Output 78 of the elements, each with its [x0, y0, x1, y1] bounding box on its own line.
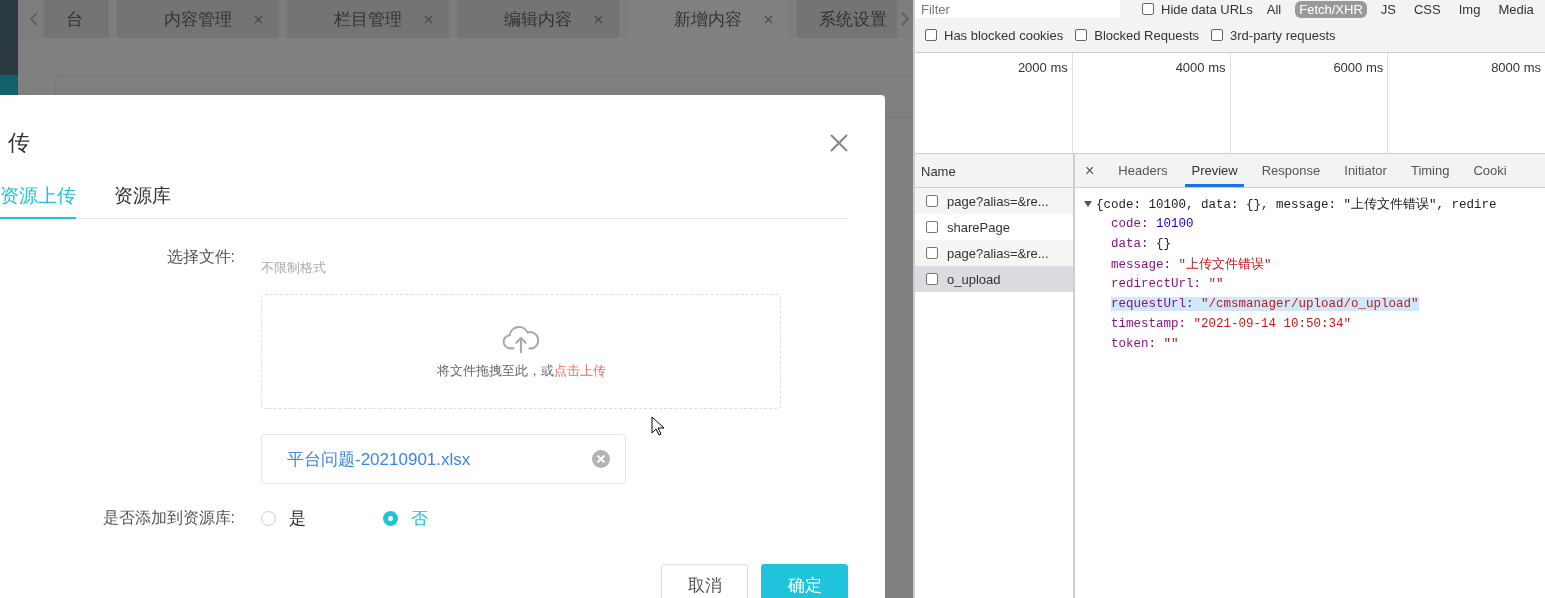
request-icon — [926, 195, 938, 207]
checkbox-label: 3rd-party requests — [1230, 27, 1336, 43]
type-filter[interactable]: All — [1262, 0, 1286, 18]
close-icon[interactable] — [424, 14, 433, 24]
checkbox[interactable] — [1075, 29, 1088, 41]
json-summary: {code: 10100, data: {}, message: "上传文件错误", redire — [1096, 196, 1497, 213]
type-filter[interactable]: CSS — [1410, 0, 1445, 18]
dialog-title: 传 — [8, 129, 30, 157]
type-filter[interactable]: Img — [1454, 0, 1485, 18]
checkbox[interactable] — [1211, 29, 1223, 41]
time-label: 4000 ms — [1175, 60, 1226, 75]
tab-label: 系统设置 — [819, 8, 887, 31]
radio-option[interactable]: 是 — [261, 507, 383, 530]
request-row[interactable]: page?alias=&re... — [915, 240, 1073, 266]
file-dropzone[interactable]: 将文件拖拽至此，或点击上传 — [261, 294, 781, 409]
detail-tab[interactable]: Preview — [1185, 154, 1244, 187]
tab-label: 台 — [66, 8, 83, 31]
cancel-button[interactable]: 取消 — [661, 564, 748, 598]
checkbox-label: Blocked Requests — [1094, 27, 1199, 43]
close-icon[interactable] — [594, 14, 603, 24]
request-name: page?alias=&re... — [947, 193, 1049, 209]
cursor-icon — [651, 416, 665, 436]
filter-field[interactable]: Filter — [915, 0, 1120, 18]
remove-icon[interactable] — [592, 450, 610, 468]
detail-tab[interactable]: Initiator — [1338, 154, 1393, 187]
close-icon[interactable] — [254, 14, 263, 24]
chevron-right-icon[interactable] — [901, 12, 909, 26]
checkbox-option[interactable]: Hide data URLs — [1142, 1, 1253, 17]
request-name: o_upload — [947, 271, 1001, 287]
field-label: 选择文件: — [165, 247, 236, 267]
tab-label: 编辑内容 — [504, 8, 572, 31]
checkbox-option[interactable]: Blocked Requests — [1075, 27, 1199, 43]
field-label: 是否添加到资源库: — [101, 508, 236, 528]
json-property[interactable]: data: {} — [1111, 237, 1172, 251]
chevron-left-icon[interactable] — [30, 12, 38, 26]
checkbox[interactable] — [925, 29, 937, 41]
close-icon[interactable] — [830, 134, 848, 152]
request-icon — [926, 247, 938, 259]
close-icon[interactable]: × — [1085, 161, 1095, 180]
close-icon[interactable] — [764, 14, 773, 24]
checkbox-option[interactable]: 3rd-party requests — [1211, 27, 1336, 43]
format-hint: 不限制格式 — [261, 259, 326, 277]
type-filter[interactable]: JS — [1376, 0, 1400, 18]
json-property[interactable]: timestamp: "2021-09-14 10:50:34" — [1111, 317, 1352, 331]
time-label: 8000 ms — [1491, 60, 1541, 75]
request-row[interactable]: page?alias=&re... — [915, 188, 1073, 214]
json-property[interactable]: code: 10100 — [1111, 217, 1194, 231]
json-property[interactable]: token: "" — [1111, 337, 1179, 351]
detail-tab[interactable]: Response — [1255, 154, 1327, 187]
request-icon — [926, 273, 938, 285]
dropzone-text: 将文件拖拽至此，或点击上传 — [436, 361, 606, 380]
type-filter[interactable]: Media — [1494, 0, 1538, 18]
request-name: sharePage — [947, 219, 1010, 235]
dialog-tab[interactable]: 资源库 — [114, 181, 171, 219]
radio-button[interactable] — [383, 511, 398, 526]
checkbox-label: Hide data URLs — [1161, 1, 1253, 17]
tab-label: 栏目管理 — [334, 8, 402, 31]
file-name[interactable]: 平台问题-20210901.xlsx — [287, 447, 471, 471]
tab-label: 内容管理 — [164, 8, 232, 31]
checkbox[interactable] — [1142, 3, 1154, 15]
json-property[interactable]: redirectUrl: "" — [1111, 277, 1224, 291]
request-row[interactable]: o_upload — [915, 266, 1073, 292]
detail-tab[interactable]: Headers — [1112, 154, 1174, 187]
time-label: 6000 ms — [1333, 60, 1384, 75]
request-row[interactable]: sharePage — [915, 214, 1073, 240]
radio-label: 是 — [289, 508, 306, 530]
json-property[interactable]: message: "上传文件错误" — [1111, 255, 1272, 273]
request-icon — [926, 221, 938, 233]
detail-tab[interactable]: Cooki — [1467, 154, 1513, 187]
time-label: 2000 ms — [1017, 60, 1068, 75]
tab-label: 新增内容 — [674, 8, 742, 31]
cloud-upload-icon — [502, 323, 540, 354]
radio-label: 否 — [411, 508, 428, 530]
json-property[interactable]: requestUrl: "/cmsmanager/upload/o_upload" — [1111, 297, 1419, 311]
expand-triangle-icon[interactable] — [1084, 200, 1092, 208]
detail-tab[interactable]: Timing — [1404, 154, 1456, 187]
request-name: page?alias=&re... — [947, 245, 1049, 261]
column-header: Name — [915, 154, 1073, 188]
